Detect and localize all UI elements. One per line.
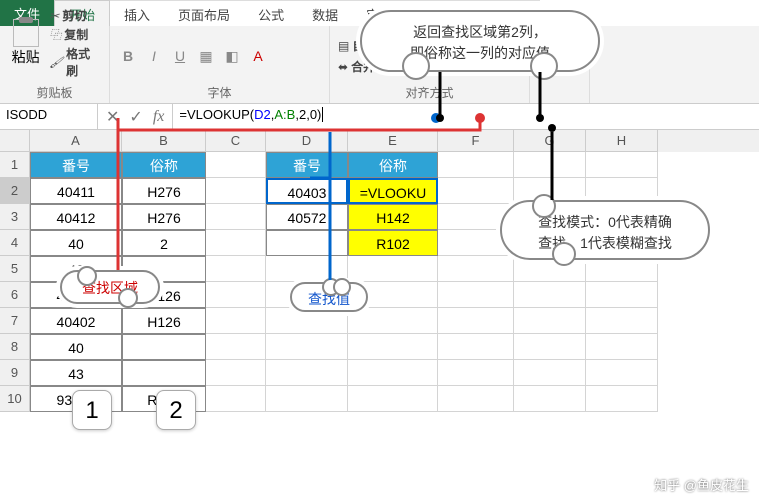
name-box[interactable]: ISODD <box>0 104 98 129</box>
border-button[interactable]: ▦ <box>196 48 216 65</box>
cell-B1[interactable]: 俗称 <box>122 152 206 178</box>
cell-D1[interactable]: 番号 <box>266 152 348 178</box>
col-B[interactable]: B <box>122 130 206 152</box>
scissors-icon <box>49 9 59 23</box>
enter-icon[interactable]: ✓ <box>129 107 142 127</box>
callout-mode: 查找模式：0代表精确 查找，1代表模糊查找 <box>500 200 710 260</box>
col-H[interactable]: H <box>586 130 658 152</box>
row-10: 10 93657 R102 <box>0 386 759 412</box>
brush-button[interactable]: 格式刷 <box>49 45 101 79</box>
paste-button[interactable]: 粘贴 <box>8 19 43 67</box>
bignum-1: 1 <box>72 390 112 430</box>
row-1: 1 番号 俗称 番号 俗称 <box>0 152 759 178</box>
copy-button[interactable]: 复制 <box>49 26 101 43</box>
callout-return-col: 返回查找区域第2列， 即俗称这一列的对应值 <box>360 10 600 72</box>
col-E[interactable]: E <box>348 130 438 152</box>
cell-A2[interactable]: 40411 <box>30 178 122 204</box>
tab-data[interactable]: 数据 <box>298 0 352 26</box>
group-font: B I U ▦ ◧ A 字体 <box>110 26 330 103</box>
formula-input[interactable]: =VLOOKUP(D2,A:B,2,0) <box>173 104 759 129</box>
font-label: 字体 <box>118 84 321 101</box>
col-A[interactable]: A <box>30 130 122 152</box>
bold-button[interactable]: B <box>118 48 138 64</box>
select-all[interactable] <box>0 130 30 152</box>
underline-button[interactable]: U <box>170 48 190 64</box>
font-color-button[interactable]: A <box>248 48 268 64</box>
col-D[interactable]: D <box>266 130 348 152</box>
tab-formula[interactable]: 公式 <box>244 0 298 26</box>
cell-B2[interactable]: H276 <box>122 178 206 204</box>
col-F[interactable]: F <box>438 130 514 152</box>
row-9: 9 43 <box>0 360 759 386</box>
cell-E1[interactable]: 俗称 <box>348 152 438 178</box>
cursor <box>322 107 323 122</box>
row-8: 8 40 <box>0 334 759 360</box>
tab-insert[interactable]: 插入 <box>110 0 164 26</box>
cell-A1[interactable]: 番号 <box>30 152 122 178</box>
fx-icon[interactable]: fx <box>153 108 165 126</box>
col-C[interactable]: C <box>206 130 266 152</box>
fill-button[interactable]: ◧ <box>222 48 242 65</box>
cell-E2[interactable]: =VLOOKU <box>348 178 438 204</box>
callout-lookup-range: 查找区域 <box>60 270 160 304</box>
align-label: 对齐方式 <box>338 84 521 101</box>
copy-icon <box>49 26 61 43</box>
col-G[interactable]: G <box>514 130 586 152</box>
brush-icon <box>49 55 63 69</box>
cut-button[interactable]: 剪切 <box>49 7 101 24</box>
italic-button[interactable]: I <box>144 48 164 64</box>
row-header[interactable]: 2 <box>0 178 30 204</box>
row-7: 7 40402 H126 <box>0 308 759 334</box>
column-headers: A B C D E F G H <box>0 130 759 152</box>
paste-icon <box>13 19 39 47</box>
clipboard-label: 剪贴板 <box>8 84 101 101</box>
row-header[interactable]: 1 <box>0 152 30 178</box>
watermark: 知乎 @鱼皮花生 <box>654 475 749 494</box>
callout-lookup-value: 查找值 <box>290 282 368 312</box>
tab-layout[interactable]: 页面布局 <box>164 0 244 26</box>
formula-bar: ISODD ✕ ✓ fx =VLOOKUP(D2,A:B,2,0) <box>0 104 759 130</box>
paste-label: 粘贴 <box>12 47 40 67</box>
group-clipboard: 粘贴 剪切 复制 格式刷 剪贴板 <box>0 26 110 103</box>
bignum-2: 2 <box>156 390 196 430</box>
cell-D2[interactable]: 40403 <box>266 178 348 204</box>
cancel-icon[interactable]: ✕ <box>106 107 119 127</box>
cell-C1[interactable] <box>206 152 266 178</box>
